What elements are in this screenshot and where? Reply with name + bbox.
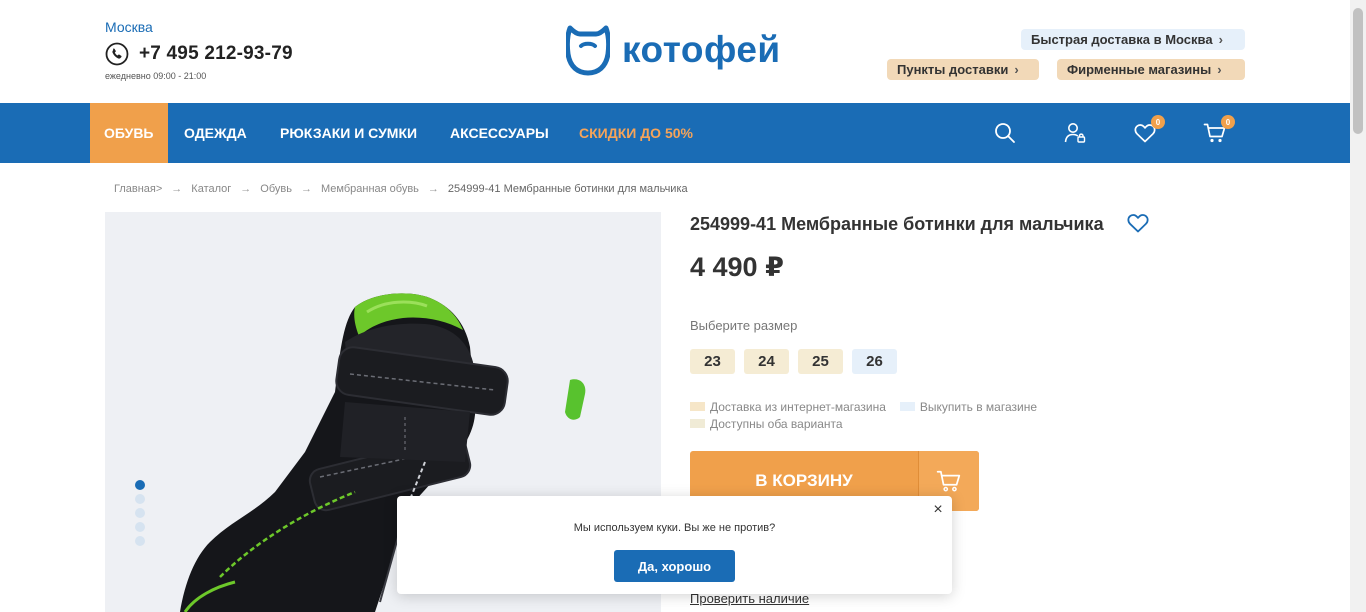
- close-icon[interactable]: ×: [930, 502, 946, 518]
- search-icon[interactable]: [993, 121, 1017, 145]
- arrow-right-icon: →: [240, 183, 252, 195]
- nav-item-clothes[interactable]: ОДЕЖДА: [184, 103, 247, 163]
- page: Москва +7 495 212-93-79 ежедневно 09:00 …: [0, 0, 1366, 612]
- fast-delivery-label: Быстрая доставка в Москва: [1031, 32, 1213, 47]
- page-scrollbar[interactable]: [1350, 0, 1366, 612]
- breadcrumb-item-membrane[interactable]: Мембранная обувь: [321, 183, 419, 195]
- logo[interactable]: котофей: [566, 24, 781, 76]
- nav-item-bags[interactable]: РЮКЗАКИ И СУМКИ: [280, 103, 417, 163]
- availability-legend: Доставка из интернет-магазина Выкупить в…: [690, 398, 1051, 432]
- cookie-accept-button[interactable]: Да, хорошо: [614, 550, 735, 582]
- arrow-right-icon: →: [171, 183, 183, 195]
- breadcrumb-item-shoes[interactable]: Обувь: [260, 183, 292, 195]
- logo-text: котофей: [622, 29, 781, 70]
- phone-number[interactable]: +7 495 212-93-79: [139, 43, 293, 65]
- phone-icon: [105, 42, 129, 66]
- legend-both-label: Доступны оба варианта: [710, 416, 843, 431]
- add-to-favorites-heart-icon[interactable]: [1126, 211, 1150, 235]
- brand-stores-link[interactable]: Фирменные магазины ›: [1057, 59, 1245, 80]
- user-account-icon[interactable]: [1063, 121, 1087, 145]
- image-pagination: [135, 480, 145, 550]
- chevron-right-icon: ›: [1217, 62, 1222, 77]
- legend-swatch-shop: [899, 402, 915, 411]
- product-price: 4 490 ₽: [690, 252, 784, 282]
- pagination-dot[interactable]: [135, 494, 145, 504]
- breadcrumb-current: 254999-41 Мембранные ботинки для мальчик…: [447, 183, 688, 195]
- nav-item-sale[interactable]: СКИДКИ ДО 50%: [579, 103, 693, 163]
- legend-swatch-both: [690, 419, 705, 428]
- chevron-right-icon: ›: [1218, 32, 1223, 47]
- size-option[interactable]: 25: [798, 349, 843, 374]
- legend-swatch-delivery: [690, 402, 705, 411]
- size-option[interactable]: 24: [744, 349, 789, 374]
- size-selector: 23 24 25 26: [690, 349, 906, 374]
- cart-button[interactable]: 0: [1203, 115, 1235, 145]
- fast-delivery-link[interactable]: Быстрая доставка в Москва ›: [1021, 29, 1245, 50]
- legend-shop-label: Выкупить в магазине: [919, 399, 1038, 414]
- nav-item-accessories[interactable]: АКСЕССУАРЫ: [450, 103, 549, 163]
- size-option[interactable]: 26: [852, 349, 897, 374]
- size-option[interactable]: 23: [690, 349, 735, 374]
- nav-item-shoes[interactable]: ОБУВЬ: [90, 103, 168, 163]
- pickup-points-label: Пункты доставки: [897, 62, 1009, 77]
- scrollbar-thumb[interactable]: [1353, 8, 1363, 134]
- pagination-dot[interactable]: [135, 508, 145, 518]
- breadcrumb-item-home[interactable]: Главная>: [114, 183, 162, 195]
- product-title: 254999-41 Мембранные ботинки для мальчик…: [690, 214, 1104, 234]
- legend-delivery-label: Доставка из интернет-магазина: [710, 399, 886, 414]
- phone-row[interactable]: +7 495 212-93-79: [105, 42, 293, 66]
- work-hours: ежедневно 09:00 - 21:00: [105, 71, 207, 81]
- breadcrumb-item-catalog[interactable]: Каталог: [191, 183, 231, 195]
- cookie-consent-popup: × Мы используем куки. Вы же не против? Д…: [397, 496, 952, 594]
- cart-count-badge: 0: [1221, 115, 1235, 129]
- pagination-dot[interactable]: [135, 536, 145, 546]
- size-label: Выберите размер: [690, 318, 798, 333]
- main-nav: ОБУВЬ ОДЕЖДА РЮКЗАКИ И СУМКИ АКСЕССУАРЫ …: [0, 103, 1350, 163]
- pagination-dot[interactable]: [135, 522, 145, 532]
- arrow-right-icon: →: [301, 183, 312, 195]
- city-selector[interactable]: Москва: [105, 19, 153, 35]
- chevron-right-icon: ›: [1014, 62, 1019, 77]
- arrow-right-icon: →: [427, 183, 439, 195]
- header: Москва +7 495 212-93-79 ежедневно 09:00 …: [0, 0, 1350, 103]
- favorites-count-badge: 0: [1151, 115, 1165, 129]
- shopping-cart-icon: [936, 470, 961, 492]
- brand-stores-label: Фирменные магазины: [1067, 62, 1212, 77]
- cat-logo-icon: [566, 25, 610, 76]
- cookie-message: Мы используем куки. Вы же не против?: [573, 522, 776, 534]
- pagination-dot[interactable]: [135, 480, 145, 490]
- pickup-points-link[interactable]: Пункты доставки ›: [887, 59, 1039, 80]
- breadcrumb: Главная> → Каталог → Обувь → Мембранная …: [114, 183, 688, 195]
- favorites-button[interactable]: 0: [1133, 115, 1165, 145]
